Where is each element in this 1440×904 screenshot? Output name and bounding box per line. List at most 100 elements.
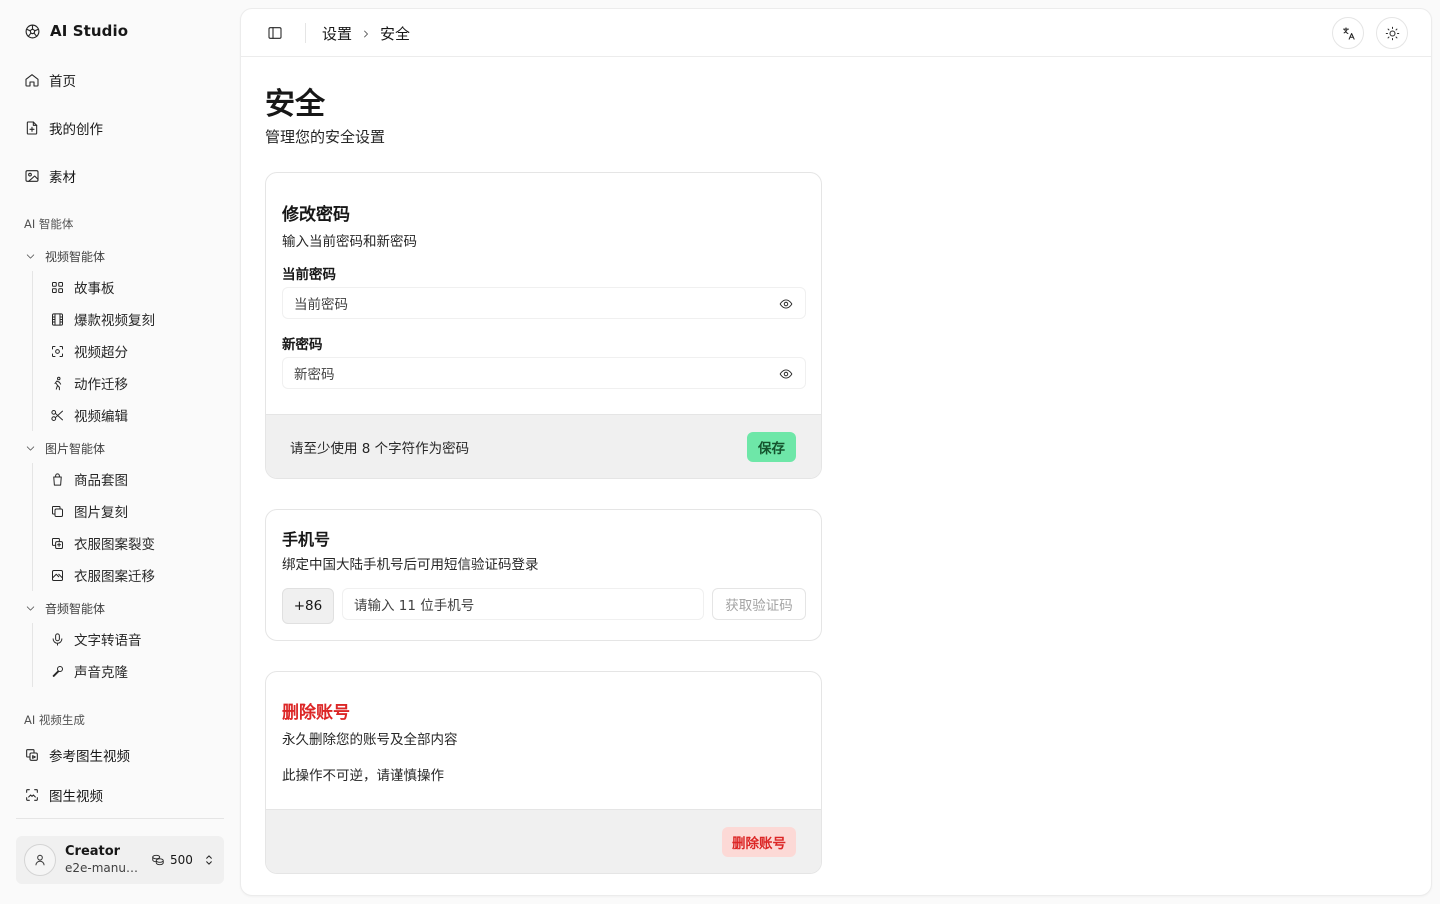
home-icon [24, 72, 40, 88]
group-toggle-image-agent[interactable]: 图片智能体 [24, 440, 105, 457]
sidebar-item-label: 动作迁移 [74, 377, 128, 393]
user-email: e2e-manual@example.com [65, 860, 143, 875]
page-subtitle: 管理您的安全设置 [265, 128, 386, 146]
avatar [24, 844, 56, 876]
delete-warning: 此操作不可逆，请谨慎操作 [282, 768, 444, 784]
card-description: 输入当前密码和新密码 [282, 234, 417, 250]
sidebar-item-video-edit[interactable]: 视频编辑 [42, 399, 155, 431]
microphone-icon [50, 632, 65, 647]
sidebar-item-label: 衣服图案迁移 [74, 569, 155, 585]
group-list-audio-agent: 文字转语音 声音克隆 [32, 623, 142, 687]
chevron-right-icon [360, 28, 372, 40]
eye-icon[interactable] [779, 297, 793, 311]
user-name: Creator [65, 843, 121, 859]
card-description: 绑定中国大陆手机号后可用短信验证码登录 [282, 557, 539, 573]
current-password-input[interactable]: 当前密码 [282, 287, 806, 319]
chevron-down-icon [24, 442, 37, 455]
breadcrumb-settings[interactable]: 设置 [322, 23, 352, 44]
coins-icon [151, 853, 165, 867]
group-toggle-video-agent[interactable]: 视频智能体 [24, 248, 105, 265]
layers-copy-icon [50, 536, 65, 551]
save-button[interactable]: 保存 [747, 432, 796, 462]
delete-account-card: 删除账号 永久删除您的账号及全部内容 此操作不可逆，请谨慎操作 删除账号 [265, 671, 822, 874]
sidebar-item-label: 素材 [49, 170, 76, 186]
reference-video-icon [24, 747, 40, 763]
shopping-bag-icon [50, 472, 65, 487]
sidebar-item-label: 声音克隆 [74, 665, 128, 681]
theme-toggle-button[interactable] [1376, 17, 1408, 49]
sidebar-item-label: 爆款视频复刻 [74, 313, 155, 329]
input-placeholder: 当前密码 [294, 297, 348, 313]
current-password-label: 当前密码 [282, 267, 336, 283]
sidebar-item-image-replica[interactable]: 图片复刻 [42, 495, 155, 527]
sidebar-divider [16, 818, 224, 819]
breadcrumb: 设置 安全 [322, 23, 410, 44]
sidebar-toggle-icon[interactable] [267, 25, 283, 41]
image-icon [24, 168, 40, 184]
chevron-down-icon [24, 250, 37, 263]
section-label-video-gen: AI 视频生成 [24, 713, 85, 727]
delete-account-button[interactable]: 删除账号 [722, 827, 796, 857]
card-footer: 请至少使用 8 个字符作为密码 保存 [266, 414, 821, 478]
sidebar-item-motion-transfer[interactable]: 动作迁移 [42, 367, 155, 399]
card-description: 永久删除您的账号及全部内容 [282, 732, 458, 748]
user-menu[interactable]: Creator e2e-manual@example.com 500 [16, 836, 224, 884]
sidebar-top-nav: 首页 我的创作 素材 [16, 64, 224, 208]
file-icon [24, 120, 40, 136]
breadcrumb-security: 安全 [380, 25, 411, 43]
input-placeholder: 请输入 11 位手机号 [354, 598, 475, 614]
sidebar-item-label: 图片复刻 [74, 505, 128, 521]
phone-input[interactable]: 请输入 11 位手机号 [342, 588, 704, 620]
sidebar-item-label: 图生视频 [49, 789, 103, 805]
sidebar-item-label: 文字转语音 [74, 633, 142, 649]
group-label: 音频智能体 [45, 602, 106, 616]
sidebar-item-viral-video-replica[interactable]: 爆款视频复刻 [42, 303, 155, 335]
sidebar-item-label: 我的创作 [49, 122, 103, 138]
eye-icon[interactable] [779, 367, 793, 381]
sidebar-item-assets[interactable]: 素材 [16, 160, 224, 192]
brand[interactable]: AI Studio [24, 22, 128, 40]
copy-icon [50, 504, 65, 519]
sidebar-item-label: 视频编辑 [74, 409, 128, 425]
group-toggle-audio-agent[interactable]: 音频智能体 [24, 600, 105, 617]
card-footer: 删除账号 [266, 809, 821, 873]
sidebar-item-product-set[interactable]: 商品套图 [42, 463, 155, 495]
scissors-icon [50, 408, 65, 423]
topbar-divider [305, 23, 306, 43]
credits-count: 500 [170, 853, 193, 867]
sidebar-item-text-to-speech[interactable]: 文字转语音 [42, 623, 142, 655]
group-label: 视频智能体 [45, 250, 106, 264]
main-panel: 设置 安全 安全 管理您的安全设置 修改密码 输入当前密码和新密码 当前密码 当… [240, 8, 1432, 896]
scan-icon [50, 344, 65, 359]
page-title: 安全 [265, 87, 325, 122]
sidebar: AI Studio 首页 我的创作 素材 AI 智能体 视频智能体 故事板 爆款… [0, 0, 240, 904]
card-title: 删除账号 [282, 703, 350, 723]
country-code-select[interactable]: +86 [282, 588, 334, 624]
brand-name: AI Studio [50, 22, 129, 40]
group-list-video-agent: 故事板 爆款视频复刻 视频超分 动作迁移 视频编辑 [32, 271, 155, 431]
chevron-down-icon [24, 602, 37, 615]
sidebar-item-video-upscale[interactable]: 视频超分 [42, 335, 155, 367]
get-code-button[interactable]: 获取验证码 [712, 588, 806, 620]
topbar: 设置 安全 [241, 9, 1431, 57]
sidebar-item-label: 视频超分 [74, 345, 128, 361]
card-title: 修改密码 [282, 205, 350, 225]
language-button[interactable] [1332, 17, 1364, 49]
card-title: 手机号 [282, 530, 331, 549]
sidebar-bottom-nav: 参考图生视频 图生视频 [16, 739, 224, 819]
transfer-frame-icon [50, 568, 65, 583]
sidebar-item-home[interactable]: 首页 [16, 64, 224, 96]
sidebar-item-pattern-fission[interactable]: 衣服图案裂变 [42, 527, 155, 559]
sidebar-item-storyboard[interactable]: 故事板 [42, 271, 155, 303]
sidebar-item-my-creations[interactable]: 我的创作 [16, 112, 224, 144]
sidebar-item-image-to-video[interactable]: 图生视频 [16, 779, 224, 811]
input-placeholder: 新密码 [294, 367, 335, 383]
section-label-ai-agent: AI 智能体 [24, 217, 74, 231]
sidebar-item-reference-to-video[interactable]: 参考图生视频 [16, 739, 224, 771]
grid-icon [50, 280, 65, 295]
sidebar-item-pattern-transfer[interactable]: 衣服图案迁移 [42, 559, 155, 591]
group-list-image-agent: 商品套图 图片复刻 衣服图案裂变 衣服图案迁移 [32, 463, 155, 591]
new-password-input[interactable]: 新密码 [282, 357, 806, 389]
sidebar-item-voice-clone[interactable]: 声音克隆 [42, 655, 142, 687]
film-icon [50, 312, 65, 327]
